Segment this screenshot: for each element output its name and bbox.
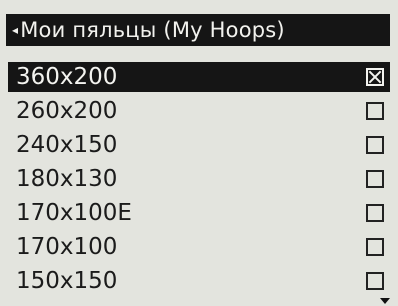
hoop-list-item[interactable]: 360x200 [8, 62, 390, 92]
hoop-list-item[interactable]: 180x130 [8, 164, 390, 194]
hoop-size-label: 170x100 [16, 234, 118, 260]
hoop-size-label: 150x150 [16, 268, 118, 294]
hoop-checkbox[interactable] [366, 272, 384, 290]
hoop-list-item[interactable]: 150x150 [8, 266, 390, 296]
left-arrow-icon[interactable]: ◂ [12, 23, 18, 37]
hoop-checkbox[interactable] [366, 204, 384, 222]
hoop-checkbox[interactable] [366, 102, 384, 120]
hoop-size-label: 260x200 [16, 98, 118, 124]
screen-title: Мои пяльцы (My Hoops) [20, 18, 285, 42]
hoop-list-item[interactable]: 260x200 [8, 96, 390, 126]
screen-header[interactable]: ◂ Мои пяльцы (My Hoops) [6, 14, 390, 46]
hoop-checkbox[interactable] [366, 136, 384, 154]
hoop-size-label: 240x150 [16, 132, 118, 158]
hoop-list-item[interactable]: 170x100 [8, 232, 390, 262]
hoop-size-label: 170x100E [16, 200, 132, 226]
hoop-list-item[interactable]: 170x100E [8, 198, 390, 228]
hoop-size-label: 180x130 [16, 166, 118, 192]
scroll-down-arrow-icon[interactable] [380, 298, 390, 304]
hoop-size-label: 360x200 [16, 64, 118, 90]
hoop-checkbox[interactable] [366, 68, 384, 86]
hoop-checkbox[interactable] [366, 170, 384, 188]
hoop-checkbox[interactable] [366, 238, 384, 256]
hoop-selection-screen: ◂ Мои пяльцы (My Hoops) 360x200 260x200 24… [0, 0, 398, 306]
hoop-list-item[interactable]: 240x150 [8, 130, 390, 160]
